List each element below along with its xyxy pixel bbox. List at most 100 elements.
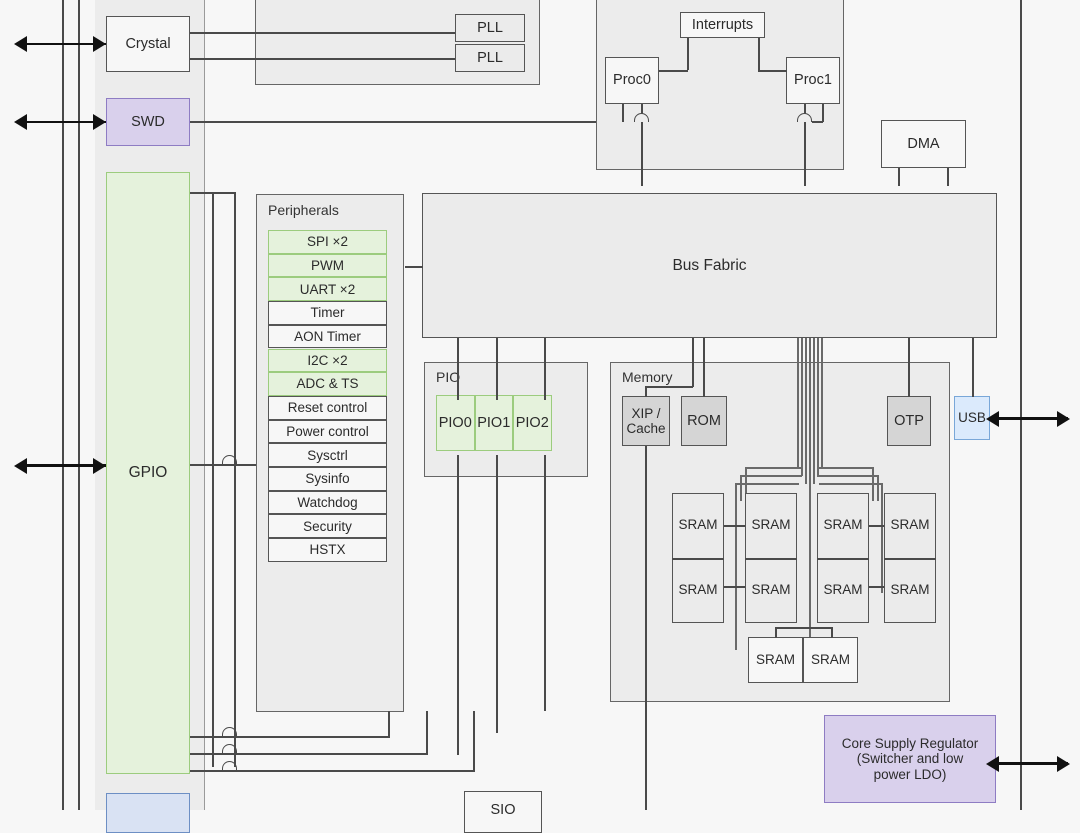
sram-cell-r1-c2: SRAM: [823, 581, 863, 597]
sram-bottom-drop-2: [831, 627, 833, 638]
wire-dma-leg-a: [898, 168, 900, 186]
sram-cell-r0-c2: SRAM: [823, 516, 863, 532]
wire-swd-to-cores: [190, 121, 605, 123]
peripheral-sysinfo[interactable]: Sysinfo: [268, 467, 387, 491]
peripheral-label: SPI ×2: [307, 234, 348, 250]
wire-xip-elbow-v: [692, 362, 694, 387]
peripheral-watchdog[interactable]: Watchdog: [268, 490, 387, 515]
pll-2-box[interactable]: PLL: [455, 44, 525, 72]
wire-irq-down-right: [758, 38, 760, 70]
crystal-label: Crystal: [125, 35, 171, 52]
pio-block-pio0[interactable]: PIO0: [436, 395, 475, 451]
interrupts-label: Interrupts: [691, 16, 754, 33]
bus-fabric-box[interactable]: Bus Fabric: [422, 193, 997, 338]
gpio-ext-arrow-right: [93, 457, 106, 474]
wire-xip-up: [692, 338, 694, 362]
sram-fan-right-2: [817, 475, 879, 477]
peripheral-label: Sysctrl: [307, 447, 348, 463]
sram-cell-r1-c0: SRAM: [678, 581, 718, 597]
wire-pio2-up: [544, 338, 546, 400]
peripheral-label: HSTX: [309, 542, 346, 558]
peripheral-reset-control[interactable]: Reset control: [268, 395, 387, 420]
wire-proc1-leg-b: [822, 104, 824, 122]
regulator-line-3: power LDO): [873, 766, 947, 782]
crystal-ext-arrow-right: [93, 36, 106, 52]
peripheral-timer[interactable]: Timer: [268, 301, 387, 325]
wire-pio1-down: [496, 455, 498, 733]
gpio-fanout-wire-2: [190, 753, 428, 755]
wire-otp-up: [908, 338, 910, 397]
peripheral-spi-2[interactable]: SPI ×2: [268, 230, 387, 254]
peripheral-label: I2C ×2: [307, 352, 348, 368]
sram-col3-divider: [817, 558, 869, 560]
usb-label: USB: [958, 410, 986, 426]
gpio-box[interactable]: GPIO: [106, 172, 190, 774]
proc1-box[interactable]: Proc1: [786, 57, 840, 104]
sram-fan-left-drop-1: [735, 483, 737, 650]
wire-xip-down: [645, 446, 647, 810]
peripheral-pwm[interactable]: PWM: [268, 253, 387, 278]
sram-bottom-bridge: [775, 627, 831, 629]
peripheral-label: PWM: [311, 257, 344, 273]
gpio-fanout-riser-3: [473, 711, 475, 771]
sram-cell-r0-c0: SRAM: [678, 516, 718, 532]
dma-label: DMA: [907, 135, 940, 152]
peripheral-sysctrl[interactable]: Sysctrl: [268, 443, 387, 467]
peripheral-label: AON Timer: [294, 329, 361, 345]
usb-ext-arrow-left: [986, 410, 999, 427]
usb-box[interactable]: USB: [954, 396, 990, 440]
bottom-left-pad-box[interactable]: [106, 793, 190, 833]
sram-link-r1-right: [869, 525, 884, 527]
peripheral-uart-2[interactable]: UART ×2: [268, 277, 387, 302]
sram-bus-trunk-7: [821, 338, 823, 468]
sram-col4-divider: [884, 558, 936, 560]
wire-proc1-leg-b-foot: [812, 121, 823, 123]
regulator-ext-arrow-left: [986, 755, 999, 772]
proc1-label: Proc1: [794, 72, 832, 89]
wire-irq-to-proc1: [758, 70, 787, 72]
memory-title: Memory: [622, 369, 673, 385]
proc0-label: Proc0: [613, 72, 651, 89]
peripheral-aon-timer[interactable]: AON Timer: [268, 324, 387, 349]
sram-bus-trunk-2: [801, 338, 803, 476]
pio-block-pio2[interactable]: PIO2: [513, 395, 552, 451]
peripheral-security[interactable]: Security: [268, 514, 387, 539]
rom-box[interactable]: ROM: [681, 396, 727, 446]
wire-hop-proc1: [797, 113, 812, 122]
peripheral-label: Sysinfo: [305, 471, 350, 487]
sio-box[interactable]: SIO: [464, 791, 542, 833]
pll-1-box[interactable]: PLL: [455, 14, 525, 42]
regulator-ext-arrow-right: [1057, 755, 1070, 772]
pio-block-pio1[interactable]: PIO1: [474, 395, 513, 451]
peripheral-i2c-2[interactable]: I2C ×2: [268, 348, 387, 373]
crystal-box[interactable]: Crystal: [106, 16, 190, 72]
xip-cache-label-line2: Cache: [626, 421, 666, 436]
sram-col1-divider: [672, 558, 724, 560]
xip-cache-label-line1: XIP /: [631, 405, 661, 421]
sram-bus-trunk-5: [813, 338, 815, 484]
core-supply-regulator-box[interactable]: Core Supply Regulator (Switcher and low …: [824, 715, 996, 803]
peripheral-adc-ts[interactable]: ADC & TS: [268, 372, 387, 396]
interrupts-box[interactable]: Interrupts: [680, 12, 765, 38]
peripheral-power-control[interactable]: Power control: [268, 419, 387, 444]
otp-box[interactable]: OTP: [887, 396, 931, 446]
sram-cell-r0-c3: SRAM: [890, 516, 930, 532]
pio-block-label: PIO1: [477, 414, 511, 431]
pio-block-label: PIO0: [438, 414, 472, 431]
gpio-fanout-wire-3: [190, 770, 475, 772]
sram-cell-r0-c1: SRAM: [751, 516, 791, 532]
swd-ext-arrow-right: [93, 114, 106, 130]
dma-box[interactable]: DMA: [881, 120, 966, 168]
wire-xip-elbow: [645, 386, 693, 388]
xip-cache-box[interactable]: XIP / Cache: [622, 396, 670, 446]
peripheral-label: Power control: [286, 423, 369, 439]
wire-pio1-up: [496, 338, 498, 400]
proc0-box[interactable]: Proc0: [605, 57, 659, 104]
gpio-label: GPIO: [128, 464, 168, 482]
sram-bottom-1[interactable]: SRAM: [748, 637, 803, 683]
sram-bottom-1-label: SRAM: [755, 652, 795, 668]
swd-box[interactable]: SWD: [106, 98, 190, 146]
peripheral-hstx[interactable]: HSTX: [268, 538, 387, 562]
sram-bottom-2[interactable]: SRAM: [803, 637, 858, 683]
gpio-top-riser: [234, 192, 236, 767]
